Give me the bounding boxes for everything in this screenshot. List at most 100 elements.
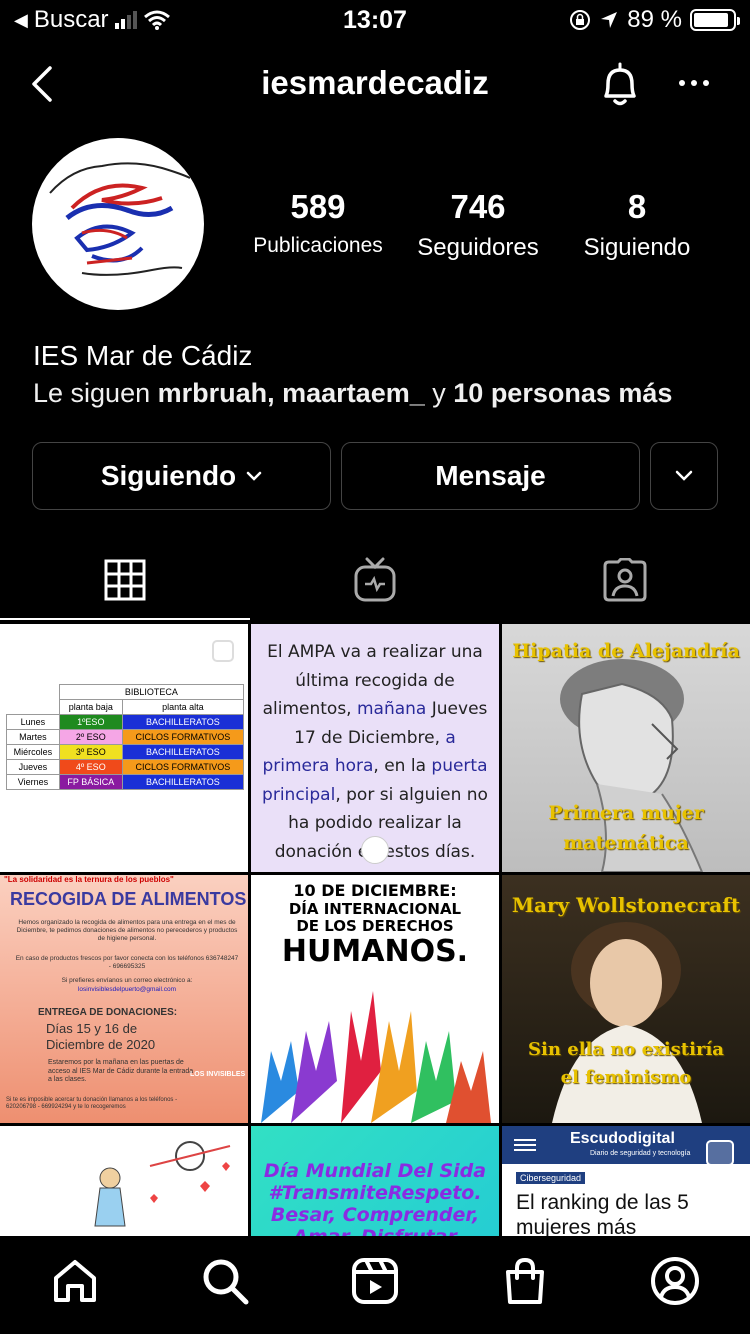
posts-count: 589 bbox=[290, 188, 346, 225]
tab-grid[interactable] bbox=[0, 540, 250, 620]
schedule-cell-day: Lunes bbox=[6, 714, 60, 730]
following-button-label: Siguiendo bbox=[100, 460, 237, 491]
schedule-cell-a: 2º ESO bbox=[58, 729, 123, 745]
home-icon[interactable] bbox=[50, 1256, 100, 1306]
more-options-icon[interactable] bbox=[674, 68, 714, 98]
human-rights-line-1: 10 DE DICIEMBRE: bbox=[293, 881, 457, 900]
search-icon[interactable] bbox=[200, 1256, 250, 1306]
stat-posts[interactable]: 589 Publicaciones bbox=[238, 188, 398, 258]
carousel-icon bbox=[706, 1140, 734, 1166]
followed-by-prefix: Le siguen bbox=[33, 378, 151, 408]
article-headline: El ranking de las 5 mujeres más bbox=[516, 1191, 689, 1236]
schedule-row: Martes 2º ESO CICLOS FORMATIVOS bbox=[6, 729, 245, 745]
wollstonecraft-subtitle-2: el feminismo bbox=[560, 1067, 692, 1088]
food-drive-delivery-1: Días 15 y 16 de bbox=[46, 1021, 138, 1036]
human-rights-line-3: DE LOS DERECHOS bbox=[296, 917, 454, 935]
school-logo-icon bbox=[49, 162, 191, 276]
schedule-cell-b: CICLOS FORMATIVOS bbox=[121, 729, 245, 745]
post-thumbnail-illustration[interactable] bbox=[0, 1126, 248, 1236]
tab-igtv[interactable] bbox=[250, 540, 500, 620]
schedule-cell-a: FP BÁSICA bbox=[58, 774, 123, 790]
battery-icon bbox=[690, 9, 740, 31]
food-drive-title: RECOGIDA DE ALIMENTOS bbox=[10, 889, 247, 909]
schedule-cell-day: Martes bbox=[6, 729, 60, 745]
family-illustration-icon bbox=[94, 1141, 231, 1227]
schedule-cell-a: 3º ESO bbox=[58, 744, 123, 760]
schedule-cell-day: Jueves bbox=[6, 759, 60, 775]
shop-icon[interactable] bbox=[500, 1256, 550, 1306]
carousel-icon bbox=[212, 640, 234, 662]
following-count: 8 bbox=[627, 188, 647, 225]
profile-header: iesmardecadiz bbox=[0, 50, 750, 120]
reels-icon[interactable] bbox=[350, 1256, 400, 1306]
food-drive-delivery-3: Estaremos por la mañana en las puertas d… bbox=[48, 1059, 194, 1083]
profile-tabs bbox=[0, 540, 750, 620]
stat-followers[interactable]: 746 Seguidores bbox=[400, 188, 556, 262]
food-drive-body-2: En caso de productos frescos por favor c… bbox=[15, 955, 239, 970]
human-rights-line-2: DÍA INTERNACIONAL bbox=[288, 900, 462, 918]
post-thumbnail-food-drive[interactable]: "La solidaridad es la ternura de los pue… bbox=[0, 875, 248, 1123]
ampa-text: El AMPA va a realizar una última recogid… bbox=[261, 638, 489, 866]
schedule-row: Jueves 4º ESO CICLOS FORMATIVOS bbox=[6, 759, 245, 775]
tagged-icon bbox=[603, 558, 647, 602]
profile-avatar[interactable] bbox=[32, 138, 204, 310]
schedule-row: Viernes FP BÁSICA BACHILLERATOS bbox=[6, 774, 245, 790]
profile-icon[interactable] bbox=[650, 1256, 700, 1306]
message-button[interactable]: Mensaje bbox=[341, 442, 640, 510]
bell-icon[interactable] bbox=[596, 58, 644, 110]
igtv-icon bbox=[354, 557, 396, 602]
schedule-row: Miércoles 3º ESO BACHILLERATOS bbox=[6, 744, 245, 760]
location-icon bbox=[601, 12, 618, 28]
library-schedule-table: BIBLIOTECA planta baja planta alta Lunes… bbox=[6, 684, 245, 790]
food-drive-delivery-2: Diciembre de 2020 bbox=[46, 1037, 156, 1052]
article-brand: Escudodigital bbox=[570, 1130, 675, 1147]
post-thumbnail-human-rights[interactable]: 10 DE DICIEMBRE: DÍA INTERNACIONAL DE LO… bbox=[251, 875, 499, 1123]
profile-name: IES Mar de Cádiz bbox=[33, 340, 253, 371]
following-button[interactable]: Siguiendo bbox=[32, 442, 331, 510]
los-invisibles-logo: LOS INVISIBLES bbox=[190, 1071, 246, 1078]
post-thumbnail-ampa[interactable]: El AMPA va a realizar una última recogid… bbox=[251, 624, 499, 872]
suggested-accounts-button[interactable] bbox=[650, 442, 718, 510]
followers-label: Seguidores bbox=[417, 234, 539, 261]
followers-count: 746 bbox=[450, 188, 506, 225]
schedule-cell-b: BACHILLERATOS bbox=[121, 774, 245, 790]
hipatia-subtitle-2: matemática bbox=[563, 832, 689, 854]
active-tab-indicator bbox=[0, 618, 250, 620]
human-rights-line-4: HUMANOS. bbox=[281, 934, 469, 969]
followed-by-names[interactable]: mrbruah, maartaem_ bbox=[158, 378, 425, 408]
post-thumbnail-aids-day[interactable]: Día Mundial Del Sida #TransmiteRespeto. … bbox=[251, 1126, 499, 1236]
followed-by[interactable]: Le siguen mrbruah, maartaem_ y 10 person… bbox=[33, 378, 672, 409]
schedule-cell-day: Viernes bbox=[6, 774, 60, 790]
status-bar: ◀ Buscar 13:07 89 % bbox=[0, 0, 750, 40]
food-drive-banner: "La solidaridad es la ternura de los pue… bbox=[4, 875, 174, 884]
food-drive-footer: Si te es imposible acercar tu donación l… bbox=[6, 1097, 178, 1110]
posts-label: Publicaciones bbox=[253, 234, 383, 257]
stat-following[interactable]: 8 Siguiendo bbox=[564, 188, 710, 262]
post-thumbnail-schedule[interactable]: BIBLIOTECA planta baja planta alta Lunes… bbox=[0, 624, 248, 872]
followed-by-more[interactable]: 10 personas más bbox=[453, 378, 672, 408]
raised-hands-icon bbox=[261, 991, 491, 1123]
schedule-title: BIBLIOTECA bbox=[58, 684, 245, 700]
post-thumbnail-hipatia[interactable]: Hipatia de Alejandría Primera mujer mate… bbox=[502, 624, 750, 872]
aids-day-text: Día Mundial Del Sida #TransmiteRespeto. … bbox=[263, 1160, 487, 1236]
article-tag: Ciberseguridad bbox=[516, 1172, 586, 1184]
menu-icon bbox=[514, 1136, 536, 1154]
ampa-text-2: mañana bbox=[356, 699, 427, 719]
schedule-cell-a: 4º ESO bbox=[58, 759, 123, 775]
wollstonecraft-title: Mary Wollstonecraft bbox=[511, 893, 741, 917]
hipatia-subtitle-1: Primera mujer bbox=[548, 802, 704, 824]
chevron-down-icon bbox=[246, 471, 262, 481]
post-thumbnail-wollstonecraft[interactable]: Mary Wollstonecraft Sin ella no existirí… bbox=[502, 875, 750, 1123]
schedule-col-b: planta alta bbox=[121, 699, 245, 715]
schedule-row: Lunes 1ºESO BACHILLERATOS bbox=[6, 714, 245, 730]
chevron-down-icon bbox=[675, 470, 693, 481]
message-button-label: Mensaje bbox=[435, 460, 546, 491]
bottom-nav bbox=[0, 1236, 750, 1334]
post-thumbnail-article[interactable]: Escudodigital Diario de seguridad y tecn… bbox=[502, 1126, 750, 1236]
grid-icon bbox=[104, 559, 146, 601]
food-drive-email: losinvisiblesdelpuerto@gmail.com bbox=[77, 986, 176, 993]
tab-tagged[interactable] bbox=[500, 540, 750, 620]
food-drive-delivery-title: ENTREGA DE DONACIONES: bbox=[38, 1007, 178, 1018]
schedule-cell-b: BACHILLERATOS bbox=[121, 744, 245, 760]
schedule-cell-b: BACHILLERATOS bbox=[121, 714, 245, 730]
